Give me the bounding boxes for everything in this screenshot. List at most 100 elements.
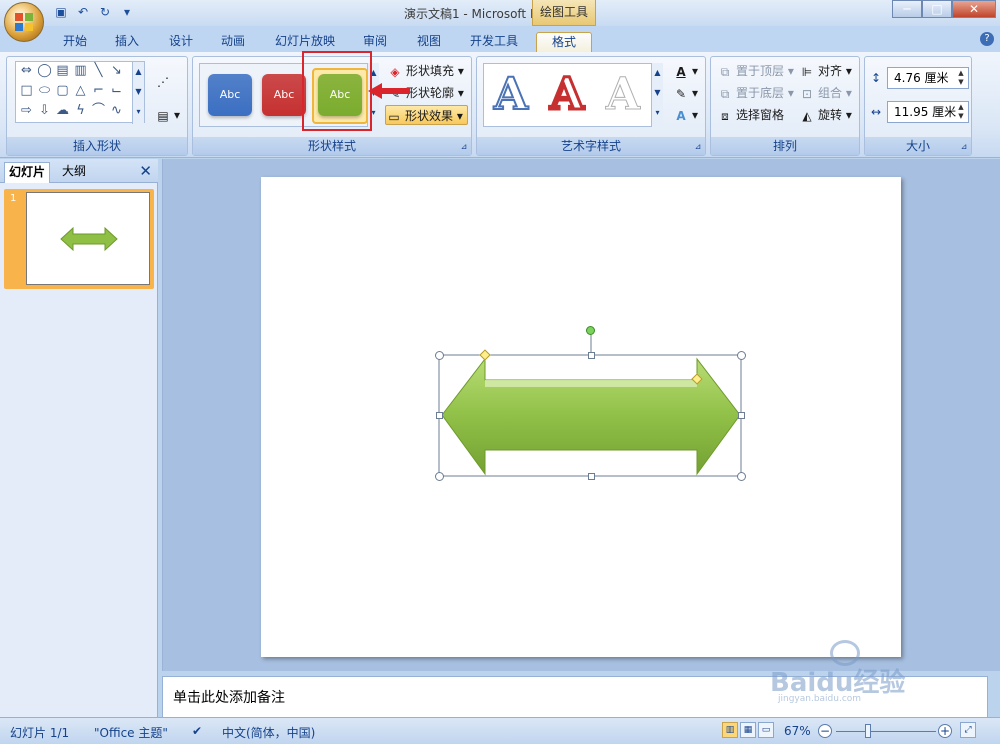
- zoom-slider-track[interactable]: [836, 731, 936, 732]
- close-pane-icon[interactable]: ✕: [139, 162, 152, 180]
- width-spinner[interactable]: ▲ ▼: [956, 103, 966, 121]
- shape-triangle-icon[interactable]: △: [72, 84, 89, 98]
- edit-shape-button[interactable]: ⋰: [155, 71, 174, 91]
- more-icon[interactable]: ▾: [652, 103, 663, 123]
- scroll-down-icon[interactable]: ▼: [652, 83, 663, 103]
- shape-rect-icon[interactable]: □: [18, 84, 35, 98]
- resize-handle-e[interactable]: [738, 412, 745, 419]
- shape-effects-button[interactable]: ▭ 形状效果 ▾: [385, 105, 468, 125]
- send-to-back-button[interactable]: ⧉ 置于底层 ▾: [717, 83, 794, 103]
- group-icon: ⊡: [801, 86, 813, 101]
- group-label-insert-shapes: 插入形状: [7, 137, 187, 155]
- wordart-red-outline[interactable]: A: [542, 68, 592, 122]
- resize-handle-s[interactable]: [588, 473, 595, 480]
- shape-lightning-icon[interactable]: ϟ: [72, 104, 89, 118]
- rotate-button[interactable]: ◭ 旋转 ▾: [799, 105, 851, 125]
- slideshow-view-button[interactable]: ▭: [758, 722, 774, 738]
- text-fill-button[interactable]: A ▾: [673, 61, 698, 81]
- dialog-launcher-icon[interactable]: ⊿: [693, 142, 703, 152]
- tab-animations[interactable]: 动画: [212, 32, 254, 52]
- shape-ellipse-icon[interactable]: ⬭: [36, 84, 53, 98]
- tab-format[interactable]: 格式: [536, 32, 592, 52]
- fit-to-window-button[interactable]: ⤢: [960, 722, 976, 738]
- shape-width-input[interactable]: 11.95 厘米 ▲ ▼: [887, 101, 969, 123]
- shape-textbox-icon[interactable]: ▤: [54, 64, 71, 78]
- text-effects-button[interactable]: A ▾: [673, 105, 698, 125]
- bring-to-front-label: 置于顶层: [736, 64, 785, 78]
- textbox-button[interactable]: ▤ ▾: [155, 105, 180, 125]
- more-icon[interactable]: ▾: [133, 102, 144, 122]
- zoom-level[interactable]: 67%: [784, 724, 811, 738]
- shape-fill-button[interactable]: ◈ 形状填充 ▾: [387, 61, 463, 81]
- tab-slideshow[interactable]: 幻灯片放映: [266, 32, 344, 52]
- group-button[interactable]: ⊡ 组合 ▾: [799, 83, 852, 103]
- normal-view-button[interactable]: ▥: [722, 722, 738, 738]
- shape-arrow-line-icon[interactable]: ↘: [108, 64, 125, 78]
- maximize-button[interactable]: □: [922, 0, 952, 18]
- style-swatch-red[interactable]: Abc: [262, 74, 306, 116]
- tab-view[interactable]: 视图: [408, 32, 450, 52]
- scroll-down-icon[interactable]: ▼: [133, 82, 144, 102]
- resize-handle-se[interactable]: [737, 472, 746, 481]
- align-button[interactable]: ⊫ 对齐 ▾: [799, 61, 852, 81]
- dialog-launcher-icon[interactable]: ⊿: [459, 142, 469, 152]
- shape-down-arrow-icon[interactable]: ⇩: [36, 104, 53, 118]
- selection-pane-button[interactable]: ⧈ 选择窗格: [717, 105, 784, 125]
- zoom-out-button[interactable]: −: [818, 724, 832, 738]
- zoom-slider-thumb[interactable]: [865, 724, 871, 738]
- slide-canvas[interactable]: [261, 177, 901, 657]
- shapes-gallery[interactable]: ⇔ ◯ ▤ ▥ ╲ ↘ □ ⬭ ▢ △ ⌐ ⌙ ⇨ ⇩ ☁ ϟ ⌒ ∿ ▲ ▼ …: [15, 61, 145, 124]
- help-icon[interactable]: ?: [980, 32, 994, 46]
- office-logo-icon: [15, 13, 34, 32]
- resize-handle-ne[interactable]: [737, 351, 746, 360]
- height-spinner[interactable]: ▲ ▼: [956, 69, 966, 87]
- rotation-handle[interactable]: [586, 326, 595, 335]
- resize-handle-w[interactable]: [436, 412, 443, 419]
- shape-height-input[interactable]: 4.76 厘米 ▲ ▼: [887, 67, 969, 89]
- resize-handle-n[interactable]: [588, 352, 595, 359]
- dialog-launcher-icon[interactable]: ⊿: [959, 142, 969, 152]
- shape-arc-icon[interactable]: ⌒: [90, 104, 107, 118]
- slide-thumbnail-1[interactable]: 1: [4, 189, 154, 289]
- red-arrow-annotation: [368, 83, 410, 99]
- shape-lr-arrow-icon[interactable]: ⇔: [18, 64, 35, 78]
- shape-line-icon[interactable]: ╲: [90, 64, 107, 78]
- zoom-in-button[interactable]: +: [938, 724, 952, 738]
- shape-roundrect-icon[interactable]: ▢: [54, 84, 71, 98]
- tab-review[interactable]: 审阅: [354, 32, 396, 52]
- shape-callout-icon[interactable]: ☁: [54, 104, 71, 118]
- wordart-gray-outline[interactable]: A: [598, 68, 648, 122]
- shape-elbow-icon[interactable]: ⌐: [90, 84, 107, 98]
- bring-to-front-button[interactable]: ⧉ 置于顶层 ▾: [717, 61, 794, 81]
- status-theme[interactable]: "Office 主题": [94, 724, 168, 741]
- tab-slides[interactable]: 幻灯片: [4, 162, 51, 183]
- style-swatch-blue[interactable]: Abc: [208, 74, 252, 116]
- resize-handle-nw[interactable]: [435, 351, 444, 360]
- scroll-up-icon[interactable]: ▲: [133, 62, 144, 82]
- office-button[interactable]: [4, 2, 44, 42]
- shape-height-value: 4.76 厘米: [894, 71, 949, 85]
- wordart-scroll[interactable]: ▲ ▼ ▾: [651, 63, 663, 127]
- thumbnail-arrow-shape: [60, 226, 118, 252]
- tab-design[interactable]: 设计: [160, 32, 202, 52]
- status-language[interactable]: 中文(简体，中国): [222, 724, 315, 741]
- slide-sorter-view-button[interactable]: ▦: [740, 722, 756, 738]
- wordart-blue-outline[interactable]: A: [486, 68, 536, 122]
- tab-insert[interactable]: 插入: [106, 32, 148, 52]
- shape-right-arrow-icon[interactable]: ⇨: [18, 104, 35, 118]
- shapes-scroll[interactable]: ▲ ▼ ▾: [132, 62, 144, 124]
- tab-outline[interactable]: 大纲: [58, 162, 90, 183]
- wordart-gallery[interactable]: A A A: [483, 63, 663, 127]
- spellcheck-icon[interactable]: ✔: [192, 724, 202, 738]
- shape-oval-icon[interactable]: ◯: [36, 64, 53, 78]
- tab-home[interactable]: 开始: [54, 32, 96, 52]
- shape-curve-icon[interactable]: ∿: [108, 104, 125, 118]
- scroll-up-icon[interactable]: ▲: [652, 63, 663, 83]
- tab-developer[interactable]: 开发工具: [462, 32, 526, 52]
- close-button[interactable]: ✕: [952, 0, 996, 18]
- shape-vtextbox-icon[interactable]: ▥: [72, 64, 89, 78]
- shape-elbow2-icon[interactable]: ⌙: [108, 84, 125, 98]
- minimize-button[interactable]: ─: [892, 0, 922, 18]
- text-outline-button[interactable]: ✎ ▾: [673, 83, 698, 103]
- resize-handle-sw[interactable]: [435, 472, 444, 481]
